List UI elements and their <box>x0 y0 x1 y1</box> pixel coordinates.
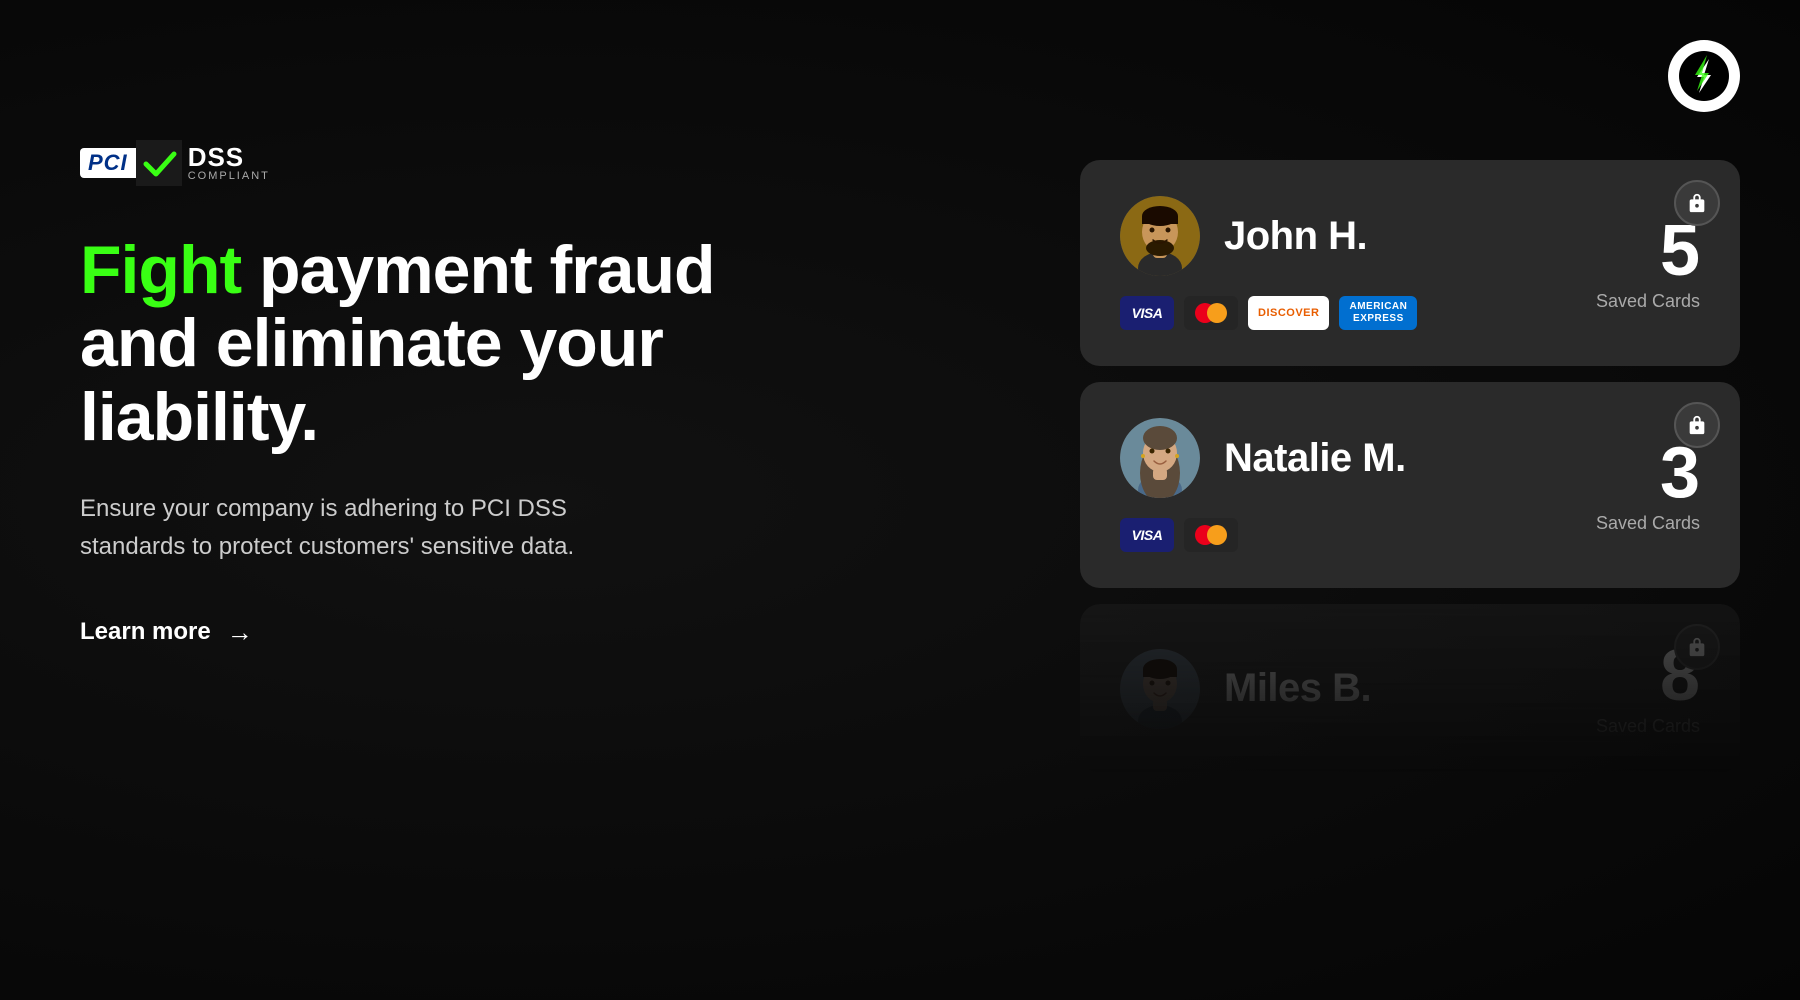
headline: Fight payment fraud and eliminate your l… <box>80 234 740 454</box>
saved-label-john: Saved Cards <box>1596 291 1700 312</box>
dss-main: DSS <box>188 144 270 170</box>
user-card-left-natalie: Natalie M. VISA <box>1120 418 1406 552</box>
user-card-left-miles: Miles B. <box>1120 649 1371 729</box>
arrow-icon: → <box>227 617 253 648</box>
left-section: PCI DSS COMPLIANT Fight payment fraud an… <box>80 140 740 648</box>
user-card-john: John H. VISA DISCOVER <box>1080 160 1740 366</box>
avatar-miles <box>1120 649 1200 729</box>
user-card-right-natalie: 3 Saved Cards <box>1596 437 1700 534</box>
brand-logo <box>1668 40 1740 112</box>
card-icons-natalie: VISA <box>1120 518 1406 552</box>
learn-more-label: Learn more <box>80 618 211 646</box>
lock-button-john[interactable] <box>1674 180 1720 226</box>
learn-more-button[interactable]: Learn more → <box>80 617 740 648</box>
amex-badge: AMERICANEXPRESS <box>1339 296 1417 330</box>
user-name-natalie: Natalie M. <box>1224 436 1406 481</box>
lock-button-miles[interactable] <box>1674 624 1720 670</box>
pci-text: PCI <box>80 148 136 178</box>
avatar-john <box>1120 196 1200 276</box>
right-section: John H. VISA DISCOVER <box>1080 160 1740 773</box>
pci-logo: PCI DSS COMPLIANT <box>80 140 270 186</box>
mastercard-badge-natalie <box>1184 518 1238 552</box>
headline-fight: Fight <box>80 232 241 308</box>
user-info-natalie: Natalie M. <box>1120 418 1406 498</box>
user-card-left-john: John H. VISA DISCOVER <box>1120 196 1417 330</box>
lock-button-natalie[interactable] <box>1674 402 1720 448</box>
visa-badge: VISA <box>1120 296 1174 330</box>
pci-badge: PCI DSS COMPLIANT <box>80 140 740 186</box>
dss-sub: COMPLIANT <box>188 170 270 182</box>
mastercard-badge <box>1184 296 1238 330</box>
user-card-right-john: 5 Saved Cards <box>1596 215 1700 312</box>
description-text: Ensure your company is adhering to PCI D… <box>80 490 660 564</box>
user-name-john: John H. <box>1224 214 1367 259</box>
saved-label-natalie: Saved Cards <box>1596 513 1700 534</box>
saved-label-miles: Saved Cards <box>1596 716 1700 737</box>
user-card-natalie: Natalie M. VISA 3 Saved Cards <box>1080 382 1740 588</box>
discover-badge: DISCOVER <box>1248 296 1329 330</box>
dss-info: DSS COMPLIANT <box>188 144 270 182</box>
user-info-john: John H. <box>1120 196 1417 276</box>
user-name-miles: Miles B. <box>1224 666 1371 711</box>
user-card-miles: Miles B. 8 Saved Cards <box>1080 604 1740 773</box>
user-info-miles: Miles B. <box>1120 649 1371 729</box>
card-icons-john: VISA DISCOVER AMERICANEXPRESS <box>1120 296 1417 330</box>
saved-count-natalie: 3 <box>1596 437 1700 509</box>
saved-count-john: 5 <box>1596 215 1700 287</box>
avatar-natalie <box>1120 418 1200 498</box>
visa-badge-natalie: VISA <box>1120 518 1174 552</box>
pci-check-icon <box>136 140 182 186</box>
